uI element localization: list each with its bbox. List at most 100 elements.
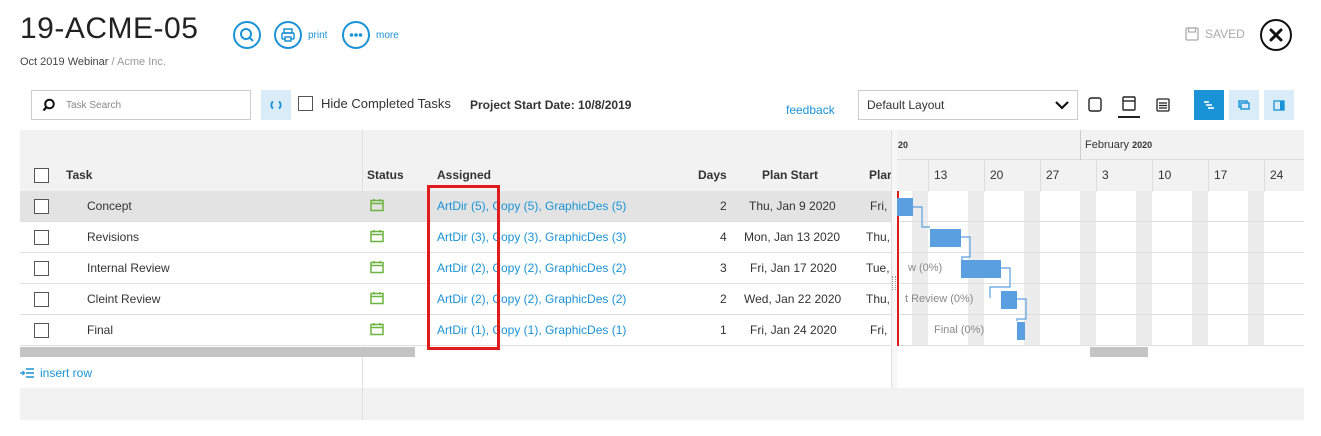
gantt-month-left: 20 (898, 140, 909, 150)
gantt-bar[interactable] (1001, 291, 1017, 309)
insert-row-icon (20, 368, 34, 378)
gantt-month-right: February 2020 (1085, 139, 1152, 151)
gantt-day-cell: 27 (1040, 160, 1096, 191)
column-separator (362, 388, 363, 420)
row-checkbox-wrap[interactable] (34, 261, 49, 279)
side-panel-icon (1273, 99, 1285, 111)
gantt-bar[interactable] (1017, 322, 1025, 340)
gantt-bar[interactable] (961, 260, 1001, 278)
row-checkbox[interactable] (34, 230, 49, 245)
task-name[interactable]: Revisions (87, 230, 139, 244)
breadcrumb: Oct 2019 Webinar / Acme Inc. (20, 56, 166, 68)
calendar-icon[interactable] (370, 322, 384, 339)
column-header-status[interactable]: Status (367, 168, 404, 182)
hide-completed-label: Hide Completed Tasks (321, 96, 451, 111)
gantt-task-label: w (0%) (908, 262, 943, 274)
task-plan-end[interactable]: Tue, (866, 261, 890, 275)
row-checkbox-wrap[interactable] (34, 230, 49, 248)
hide-completed-checkbox[interactable] (298, 96, 313, 111)
task-plan-start[interactable]: Wed, Jan 22 2020 (744, 292, 841, 306)
saved-indicator: SAVED (1185, 27, 1245, 41)
task-days[interactable]: 1 (720, 323, 727, 337)
refresh-icon (270, 100, 282, 110)
task-name[interactable]: Concept (87, 199, 132, 213)
gantt-day-cell: 3 (1096, 160, 1152, 191)
gantt-bar[interactable] (930, 229, 961, 247)
calendar-icon[interactable] (370, 260, 384, 277)
task-name[interactable]: Cleint Review (87, 292, 160, 306)
row-checkbox-wrap[interactable] (34, 323, 49, 341)
column-header-assigned[interactable]: Assigned (437, 168, 491, 182)
more-button[interactable] (342, 21, 370, 49)
close-icon (1269, 28, 1283, 42)
task-name[interactable]: Internal Review (87, 261, 170, 275)
row-checkbox[interactable] (34, 292, 49, 307)
refresh-button[interactable] (261, 90, 291, 120)
task-plan-start[interactable]: Fri, Jan 17 2020 (750, 261, 837, 275)
row-checkbox-wrap[interactable] (34, 292, 49, 310)
search-button[interactable] (233, 21, 261, 49)
task-plan-start[interactable]: Fri, Jan 24 2020 (750, 323, 837, 337)
list-view-icon (1156, 98, 1170, 112)
search-icon (240, 28, 254, 42)
close-button[interactable] (1260, 19, 1292, 51)
more-dots-icon (349, 33, 363, 37)
task-days[interactable]: 2 (720, 199, 727, 213)
task-days[interactable]: 2 (720, 292, 727, 306)
layout-select[interactable]: Default Layout (858, 90, 1078, 120)
task-plan-end[interactable]: Thu, (866, 230, 890, 244)
gantt-day-cell: 13 (928, 160, 984, 191)
grid-horizontal-scrollbar[interactable] (20, 347, 415, 357)
task-plan-start[interactable]: Mon, Jan 13 2020 (744, 230, 840, 244)
view-list-button[interactable] (1152, 94, 1174, 116)
task-plan-start[interactable]: Thu, Jan 9 2020 (749, 199, 836, 213)
gantt-view-button[interactable] (1194, 90, 1224, 120)
gantt-task-label: Final (0%) (934, 324, 985, 336)
calendar-icon[interactable] (370, 198, 384, 215)
gantt-horizontal-scrollbar[interactable] (1090, 347, 1148, 357)
pane-splitter[interactable] (891, 130, 897, 388)
row-checkbox[interactable] (34, 199, 49, 214)
saved-label: SAVED (1205, 27, 1245, 41)
insert-row-button[interactable]: insert row (20, 366, 92, 380)
task-days[interactable]: 3 (720, 261, 727, 275)
column-header-plan-start[interactable]: Plan Start (762, 168, 818, 182)
column-header-task[interactable]: Task (66, 168, 92, 182)
gantt-bar[interactable] (897, 198, 913, 216)
splitter-grip-icon[interactable] (892, 276, 896, 290)
row-checkbox[interactable] (34, 323, 49, 338)
hide-completed-toggle[interactable]: Hide Completed Tasks (298, 96, 451, 111)
row-checkbox-wrap[interactable] (34, 199, 49, 217)
view-standard-button[interactable] (1118, 92, 1140, 118)
select-all-checkbox[interactable] (34, 168, 49, 183)
gantt-icon (1204, 101, 1214, 109)
calendar-icon[interactable] (370, 229, 384, 246)
standard-view-icon (1122, 96, 1136, 111)
panel-view-button[interactable] (1264, 90, 1294, 120)
breadcrumb-client[interactable]: Acme Inc. (117, 56, 166, 68)
highlight-box (427, 185, 500, 350)
column-header-plan-end[interactable]: Plar (869, 168, 891, 182)
feedback-link[interactable]: feedback (786, 103, 835, 117)
column-header-days[interactable]: Days (698, 168, 727, 182)
breadcrumb-project[interactable]: Oct 2019 Webinar (20, 56, 108, 68)
gantt-task-label: t Review (0%) (905, 293, 974, 305)
select-all-checkbox-wrap[interactable] (34, 168, 49, 188)
task-name[interactable]: Final (87, 323, 113, 337)
task-days[interactable]: 4 (720, 230, 727, 244)
calendar-icon[interactable] (370, 291, 384, 308)
task-plan-end[interactable]: Fri, (870, 323, 887, 337)
board-view-button[interactable] (1229, 90, 1259, 120)
row-checkbox[interactable] (34, 261, 49, 276)
task-plan-end[interactable]: Thu, (866, 292, 890, 306)
task-search[interactable] (31, 90, 251, 120)
gantt-month-right-year: 2020 (1132, 140, 1153, 150)
grid-footer (20, 388, 1304, 420)
task-plan-end[interactable]: Fri, (870, 199, 887, 213)
task-search-input[interactable] (64, 98, 234, 112)
view-compact-button[interactable] (1084, 94, 1106, 116)
print-button[interactable] (274, 21, 302, 49)
gantt-month-right-name: February (1085, 139, 1130, 151)
print-label[interactable]: print (308, 30, 327, 41)
more-label[interactable]: more (376, 30, 399, 41)
